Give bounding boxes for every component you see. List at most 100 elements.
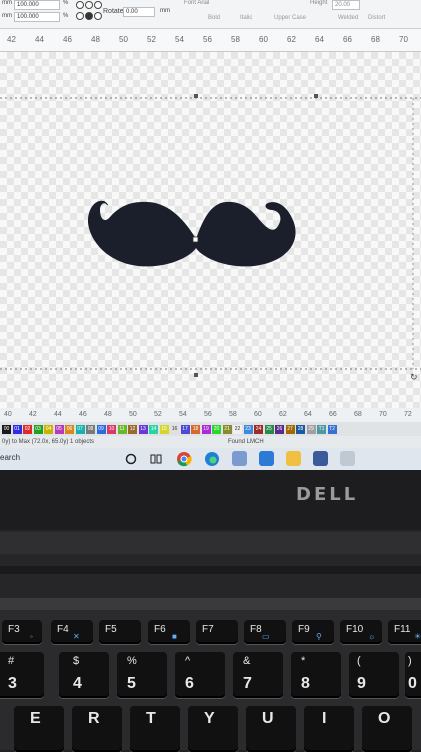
- task-view-icon[interactable]: [149, 452, 163, 466]
- property-toolbar: mm 100.000 % mm 100.000 % Rotate 0.00 mm…: [0, 0, 421, 29]
- key-label: E: [30, 710, 41, 727]
- key-4[interactable]: $4: [59, 652, 109, 698]
- key-u[interactable]: U: [246, 706, 296, 752]
- status-device: Found LMCH: [228, 439, 264, 445]
- key-f6[interactable]: F6 ■: [148, 620, 190, 644]
- layer-swatch[interactable]: 01: [12, 425, 22, 434]
- layer-swatch[interactable]: 18: [191, 425, 200, 434]
- anchor-radio[interactable]: [94, 12, 102, 20]
- layer-swatch[interactable]: 20: [212, 425, 221, 434]
- layer-swatch[interactable]: 15: [159, 425, 169, 434]
- height-input[interactable]: 100.000: [14, 12, 60, 22]
- layer-swatch[interactable]: 28: [296, 425, 305, 434]
- bold-toggle[interactable]: Bold: [208, 15, 220, 21]
- layer-swatch[interactable]: 03: [33, 425, 43, 434]
- anchor-radio[interactable]: [94, 1, 102, 9]
- welded-toggle[interactable]: Welded: [338, 15, 358, 21]
- taskbar-search[interactable]: earch: [0, 453, 20, 462]
- key-f3[interactable]: F3 ◦: [2, 620, 42, 644]
- key-f8[interactable]: F8 ▭: [244, 620, 286, 644]
- layer-swatch[interactable]: 23: [243, 425, 253, 434]
- calculator-icon[interactable]: [232, 451, 247, 466]
- design-canvas[interactable]: ↻: [0, 52, 421, 408]
- key-r[interactable]: R: [72, 706, 122, 752]
- layer-swatch[interactable]: 12: [128, 425, 137, 434]
- key-8[interactable]: * 8: [291, 652, 341, 698]
- key-i[interactable]: I: [304, 706, 354, 752]
- layer-swatch[interactable]: 14: [149, 425, 158, 434]
- key-f4[interactable]: F4 ✕: [51, 620, 93, 644]
- cortana-icon[interactable]: [124, 452, 138, 466]
- key-f9[interactable]: F9 ⚲: [292, 620, 334, 644]
- key-t[interactable]: T: [130, 706, 180, 752]
- key-shift-label: ^: [185, 655, 191, 667]
- key-shift-label: #: [8, 655, 15, 667]
- hinge-groove: [0, 566, 421, 574]
- anchor-radio[interactable]: [76, 12, 84, 20]
- key-5[interactable]: % 5: [117, 652, 167, 698]
- key-label: 9: [357, 675, 366, 692]
- layer-swatch[interactable]: 17: [180, 425, 190, 434]
- layer-swatch[interactable]: 02: [23, 425, 32, 434]
- key-f7[interactable]: F7: [196, 620, 238, 644]
- key-9[interactable]: (9: [349, 652, 399, 698]
- ruler-tick-label: 54: [179, 411, 187, 418]
- layer-swatch[interactable]: 25: [264, 425, 274, 434]
- ruler-tick-label: 42: [29, 411, 37, 418]
- laser-software-icon[interactable]: [340, 451, 355, 466]
- key-o[interactable]: O: [362, 706, 412, 752]
- layer-swatch[interactable]: 06: [65, 425, 74, 434]
- layer-swatch[interactable]: T2: [327, 425, 337, 434]
- chrome-icon[interactable]: [176, 451, 192, 467]
- upper-case-toggle[interactable]: Upper Case: [274, 15, 306, 21]
- layer-swatch[interactable]: 07: [75, 425, 85, 434]
- text-height-input[interactable]: 20.00: [332, 0, 360, 10]
- anchor-radio-selected[interactable]: [85, 12, 93, 20]
- key-f11[interactable]: F11 ☀: [388, 620, 421, 644]
- layer-swatch[interactable]: 24: [254, 425, 263, 434]
- width-input[interactable]: 100.000: [14, 0, 60, 10]
- laptop-screen: mm 100.000 % mm 100.000 % Rotate 0.00 mm…: [0, 0, 421, 470]
- layer-swatch[interactable]: 11: [117, 425, 127, 434]
- edge-icon[interactable]: [204, 451, 220, 467]
- ruler-tick-label: 40: [4, 411, 12, 418]
- key-6[interactable]: ^ 6: [175, 652, 225, 698]
- ruler-tick-label: 72: [404, 411, 412, 418]
- ruler-tick-label: 44: [35, 35, 44, 44]
- italic-toggle[interactable]: Italic: [240, 15, 252, 21]
- layer-swatch[interactable]: 19: [201, 425, 211, 434]
- layer-swatch[interactable]: 13: [138, 425, 148, 434]
- rotate-input[interactable]: 0.00: [123, 7, 155, 17]
- layer-swatch[interactable]: 08: [86, 425, 95, 434]
- layer-swatch[interactable]: 22: [233, 425, 242, 434]
- layer-swatch[interactable]: 29: [306, 425, 316, 434]
- key-y[interactable]: Y: [188, 706, 238, 752]
- layer-swatch[interactable]: 16: [170, 425, 179, 434]
- key-e[interactable]: E: [14, 706, 64, 752]
- key-3[interactable]: #3: [0, 652, 44, 698]
- layer-swatch[interactable]: 21: [222, 425, 232, 434]
- layer-swatch[interactable]: 26: [275, 425, 284, 434]
- file-explorer-icon[interactable]: [286, 451, 301, 466]
- key-f10[interactable]: F10 ☼: [340, 620, 382, 644]
- anchor-radio[interactable]: [85, 1, 93, 9]
- key-label: F5: [105, 624, 117, 635]
- key-f5[interactable]: F5: [99, 620, 141, 644]
- layer-swatch[interactable]: 00: [2, 425, 11, 434]
- layer-swatch[interactable]: 05: [54, 425, 64, 434]
- layer-swatch[interactable]: 09: [96, 425, 106, 434]
- layer-swatch[interactable]: 04: [44, 425, 53, 434]
- app-icon[interactable]: [313, 451, 328, 466]
- layer-swatch[interactable]: 27: [285, 425, 295, 434]
- anchor-radio[interactable]: [76, 1, 84, 9]
- top-ruler: 42 44 46 48 50 52 54 56 58 60 62 64 66 6…: [0, 29, 421, 52]
- percent-label-2: %: [63, 13, 69, 19]
- mail-icon[interactable]: [259, 451, 274, 466]
- layer-swatch[interactable]: 10: [107, 425, 116, 434]
- brightness-up-icon: ☀: [414, 632, 421, 641]
- distort-toggle[interactable]: Distort: [368, 15, 385, 21]
- font-label[interactable]: Font Arial: [184, 0, 209, 6]
- key-7[interactable]: & 7: [233, 652, 283, 698]
- layer-swatch[interactable]: T1: [317, 425, 326, 434]
- key-0[interactable]: ) 0: [405, 652, 421, 698]
